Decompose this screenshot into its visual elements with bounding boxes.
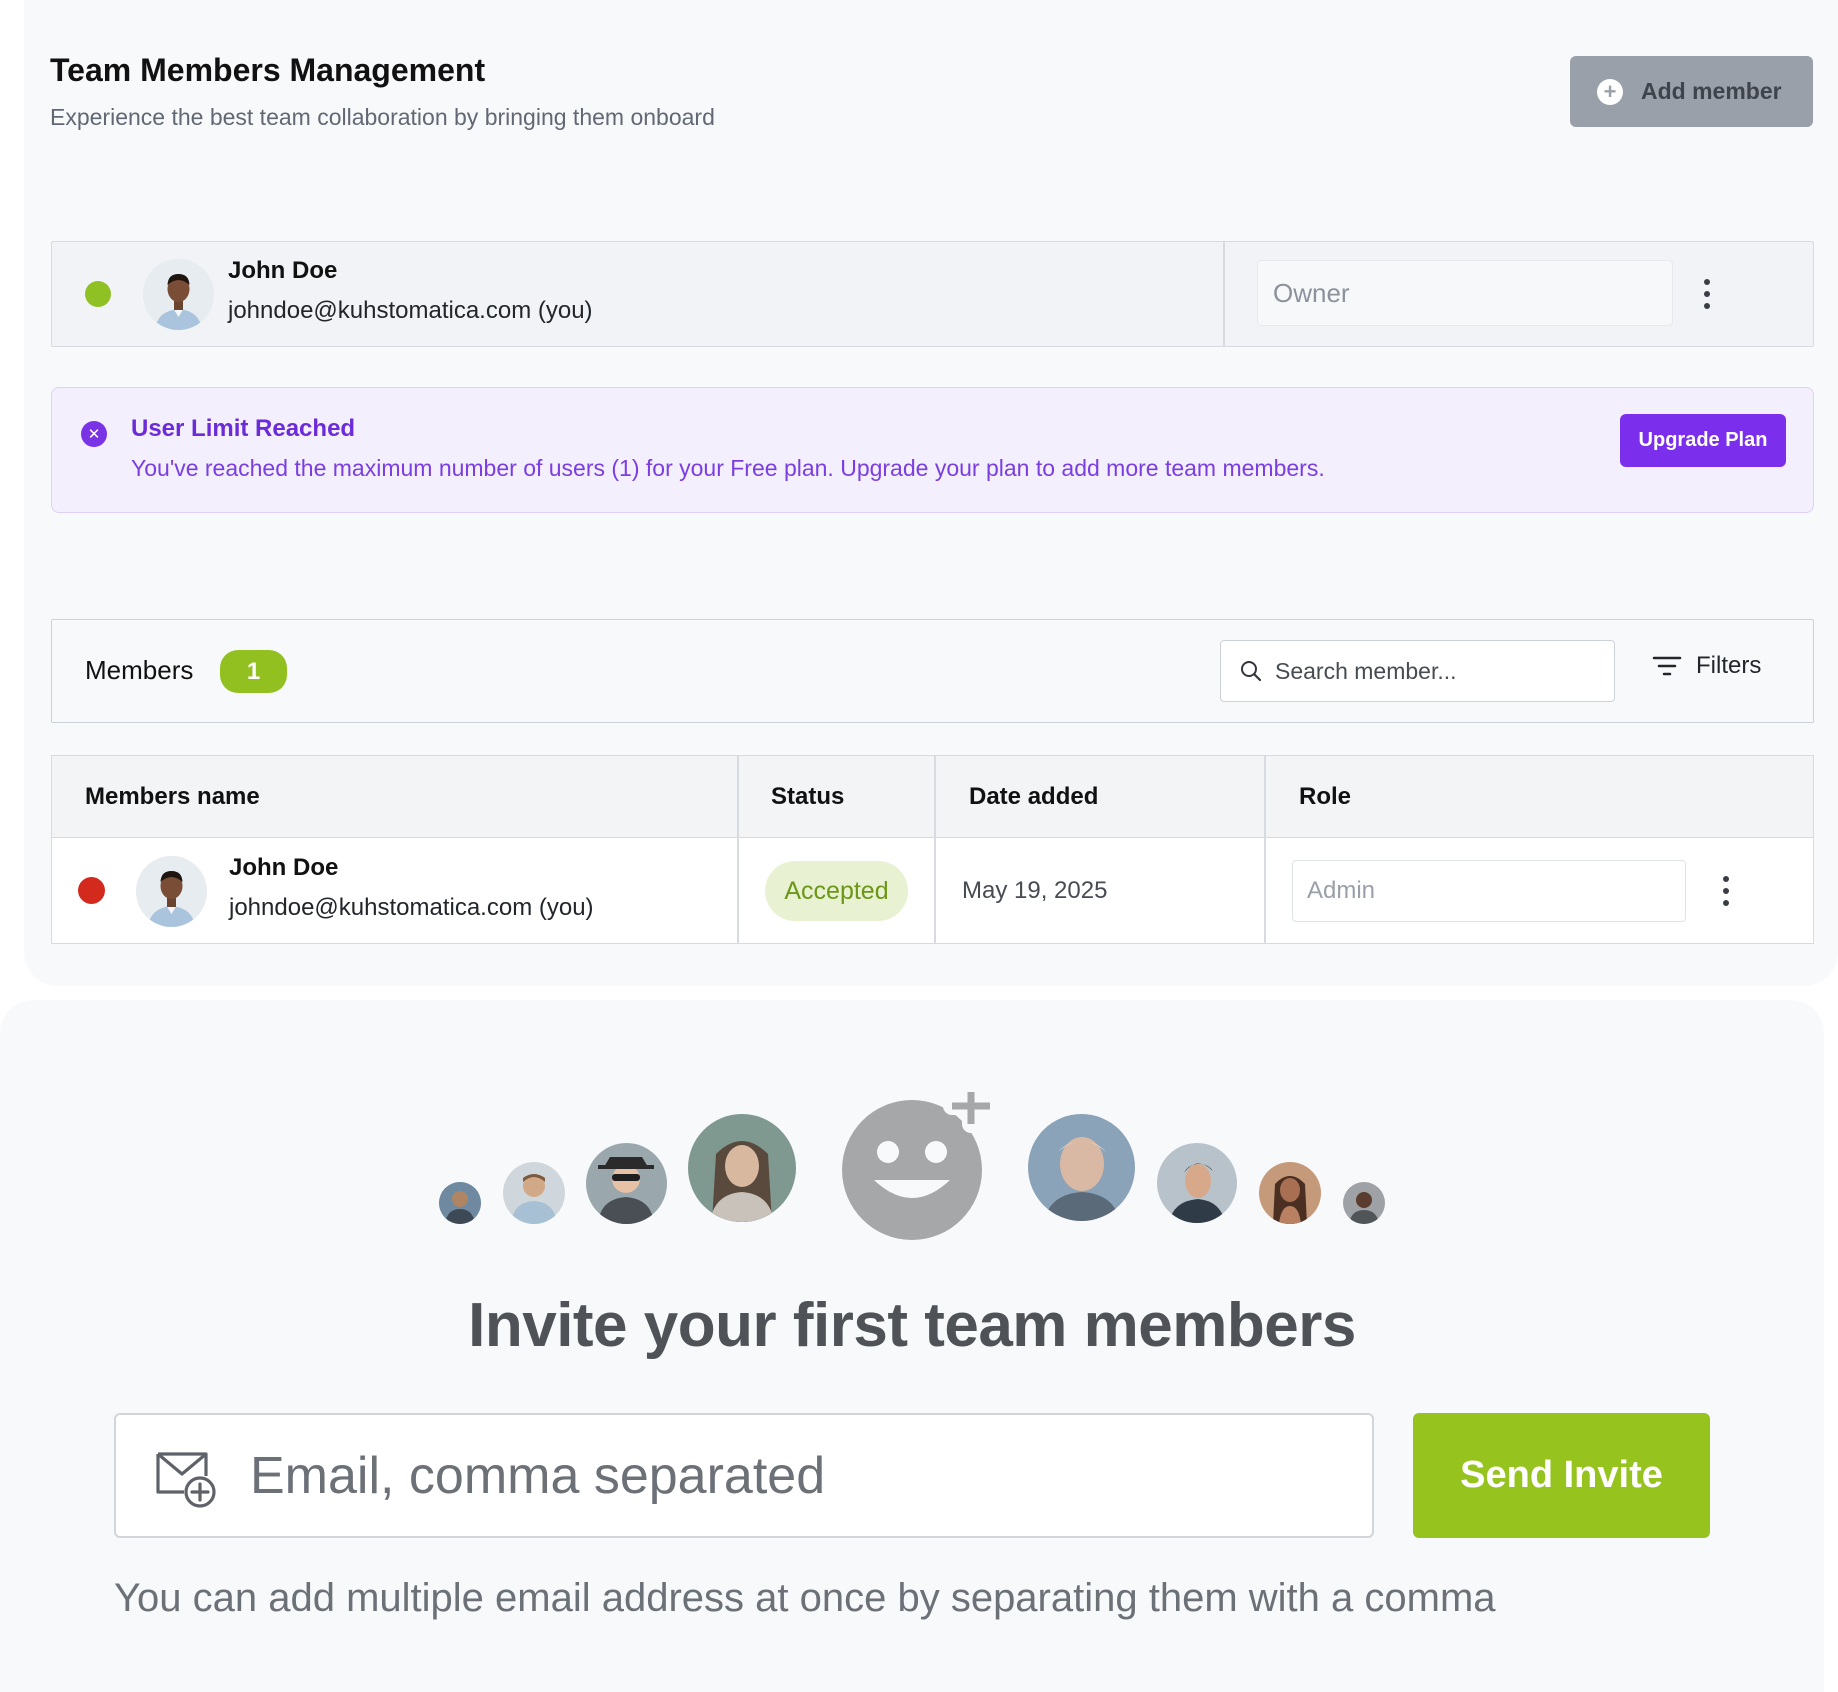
col-header-date-added[interactable]: Date added [969,783,1098,811]
owner-card-divider [1223,242,1225,346]
offline-status-dot [78,877,105,904]
owner-name: John Doe [228,257,338,284]
col-divider [737,756,739,943]
table-header [52,756,1813,838]
members-count-badge: 1 [220,650,287,693]
alert-message: You've reached the maximum number of use… [131,455,1325,481]
avatar [503,1162,565,1224]
member-role-field[interactable]: Admin [1292,860,1686,922]
add-member-label: Add member [1641,78,1782,104]
plus-circle-icon: + [1597,78,1623,105]
invite-title: Invite your first team members [468,1291,1356,1360]
search-member-box[interactable] [1220,640,1615,702]
search-icon [1241,661,1262,682]
members-label: Members [85,655,194,685]
owner-role-field[interactable]: Owner [1257,260,1673,326]
invite-email-input[interactable] [248,1444,1252,1507]
invite-hint: You can add multiple email address at on… [114,1576,1496,1620]
col-header-status[interactable]: Status [771,783,844,811]
avatar [1157,1143,1237,1223]
filter-icon [1652,656,1682,676]
member-more-options-icon[interactable] [1716,867,1736,915]
add-user-smiley-icon [842,1092,999,1240]
add-member-button[interactable]: + Add member [1570,56,1813,127]
avatar [143,259,214,330]
member-date-added: May 19, 2025 [962,877,1108,904]
col-divider [1264,756,1266,943]
invite-email-box[interactable] [114,1413,1374,1538]
person-avatar-icon [136,856,207,927]
avatar [1343,1182,1385,1224]
status-badge: Accepted [765,861,908,921]
page-subtitle: Experience the best team collaboration b… [50,104,715,130]
owner-more-options-icon[interactable] [1697,270,1717,318]
avatar [439,1182,481,1224]
upgrade-plan-button[interactable]: Upgrade Plan [1620,414,1786,467]
alert-title: User Limit Reached [131,415,356,442]
member-email: johndoe@kuhstomatica.com (you) [229,894,594,921]
mail-add-icon [156,1451,216,1508]
user-limit-alert [51,387,1814,513]
avatar [136,856,207,927]
search-input[interactable] [1273,656,1577,686]
page-title: Team Members Management [50,52,486,88]
owner-email: johndoe@kuhstomatica.com (you) [228,297,593,324]
online-status-dot [85,281,111,307]
col-header-role[interactable]: Role [1299,783,1351,811]
col-header-members-name[interactable]: Members name [85,783,260,811]
col-divider [934,756,936,943]
filters-label: Filters [1696,652,1762,679]
send-invite-button[interactable]: Send Invite [1413,1413,1710,1538]
avatar [1028,1114,1135,1221]
person-avatar-icon [143,259,214,330]
member-name: John Doe [229,854,339,881]
avatar [688,1114,796,1222]
filters-button[interactable]: Filters [1652,652,1761,680]
avatar [1259,1162,1321,1224]
avatar [586,1143,667,1224]
close-circle-icon: ✕ [81,421,107,447]
